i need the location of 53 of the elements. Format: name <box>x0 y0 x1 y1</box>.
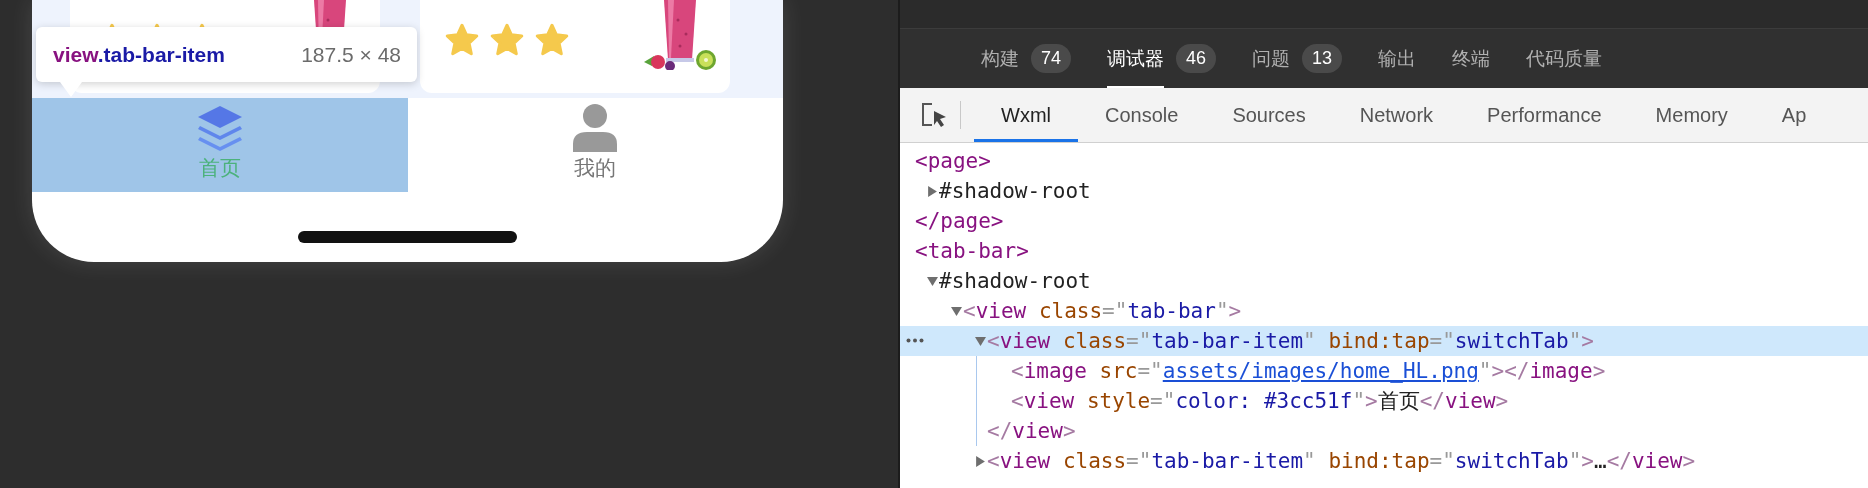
panel-tab[interactable]: 终端 <box>1452 29 1491 88</box>
collapse-triangle-icon[interactable] <box>975 335 986 347</box>
code-line: <page> <box>915 149 991 173</box>
devtools-tab[interactable]: Console <box>1078 88 1206 142</box>
element-selector: view.tab-bar-item <box>53 42 225 67</box>
devtools-tab[interactable]: Wxml <box>974 88 1078 142</box>
expand-triangle-icon[interactable] <box>927 185 938 197</box>
tree-row[interactable]: <view class="tab-bar-item" bind:tap="switchTab">…</view> <box>900 446 1868 476</box>
star-icon <box>444 23 480 57</box>
devtools-tab[interactable]: Ap <box>1754 88 1834 142</box>
devtools-tab[interactable]: Sources <box>1205 88 1333 142</box>
layers-icon <box>195 104 244 152</box>
devtools-tab[interactable]: Memory <box>1628 88 1755 142</box>
more-icon[interactable] <box>906 338 924 343</box>
star-icon <box>489 23 525 57</box>
expand-triangle-icon[interactable] <box>975 455 986 467</box>
code-line: <view class="tab-bar-item" bind:tap="switchTab">…</view> <box>987 449 1696 473</box>
devtools-tab[interactable]: Performance <box>1460 88 1629 142</box>
tree-row[interactable]: <view class="tab-bar-item" bind:tap="switchTab"> <box>900 326 1868 356</box>
code-line: #shadow-root <box>939 269 1091 293</box>
panel-tab[interactable]: 问题 <box>1252 29 1291 88</box>
code-line: <view class="tab-bar"> <box>963 299 1242 323</box>
collapse-triangle-icon[interactable] <box>951 305 962 317</box>
devtools-tab[interactable]: Network <box>1332 88 1461 142</box>
count-badge: 46 <box>1176 44 1217 73</box>
tree-row[interactable]: #shadow-root <box>900 266 1868 296</box>
file-link[interactable]: assets/images/home_HL.png <box>1162 359 1479 383</box>
panel-tab[interactable]: 代码质量 <box>1526 29 1603 88</box>
tree-row[interactable]: <view style="color: #3cc51f">首页</view> <box>900 386 1868 416</box>
panel-tab[interactable]: 构建 <box>981 29 1019 88</box>
count-badge: 74 <box>1031 44 1072 73</box>
element-size: 187.5 × 48 <box>301 42 401 67</box>
code-line: </page> <box>915 209 1004 233</box>
star-icon <box>534 23 570 57</box>
tree-row[interactable]: <tab-bar> <box>900 236 1868 266</box>
inspect-element-button[interactable] <box>920 101 948 129</box>
person-icon <box>571 104 620 152</box>
code-line: </view> <box>987 419 1076 443</box>
tree-row[interactable]: <image src="assets/images/home_HL.png"></image> <box>900 356 1868 386</box>
code-line: <view style="color: #3cc51f">首页</view> <box>1011 388 1509 415</box>
tab-label: 我的 <box>574 155 617 181</box>
code-line: #shadow-root <box>939 179 1091 203</box>
tree-row[interactable]: #shadow-root <box>900 176 1868 206</box>
code-line: <image src="assets/images/home_HL.png"></image> <box>1011 359 1606 383</box>
code-line: <view class="tab-bar-item" bind:tap="switchTab"> <box>987 329 1594 353</box>
panel-tab[interactable]: 输出 <box>1378 29 1417 88</box>
code-line: <tab-bar> <box>915 239 1029 263</box>
tree-row[interactable]: <view class="tab-bar"> <box>900 296 1868 326</box>
collapse-triangle-icon[interactable] <box>927 275 938 287</box>
count-badge: 13 <box>1302 44 1343 73</box>
product-card[interactable] <box>420 0 730 93</box>
tab-label: 首页 <box>198 155 241 181</box>
tree-row[interactable]: <page> <box>900 146 1868 176</box>
